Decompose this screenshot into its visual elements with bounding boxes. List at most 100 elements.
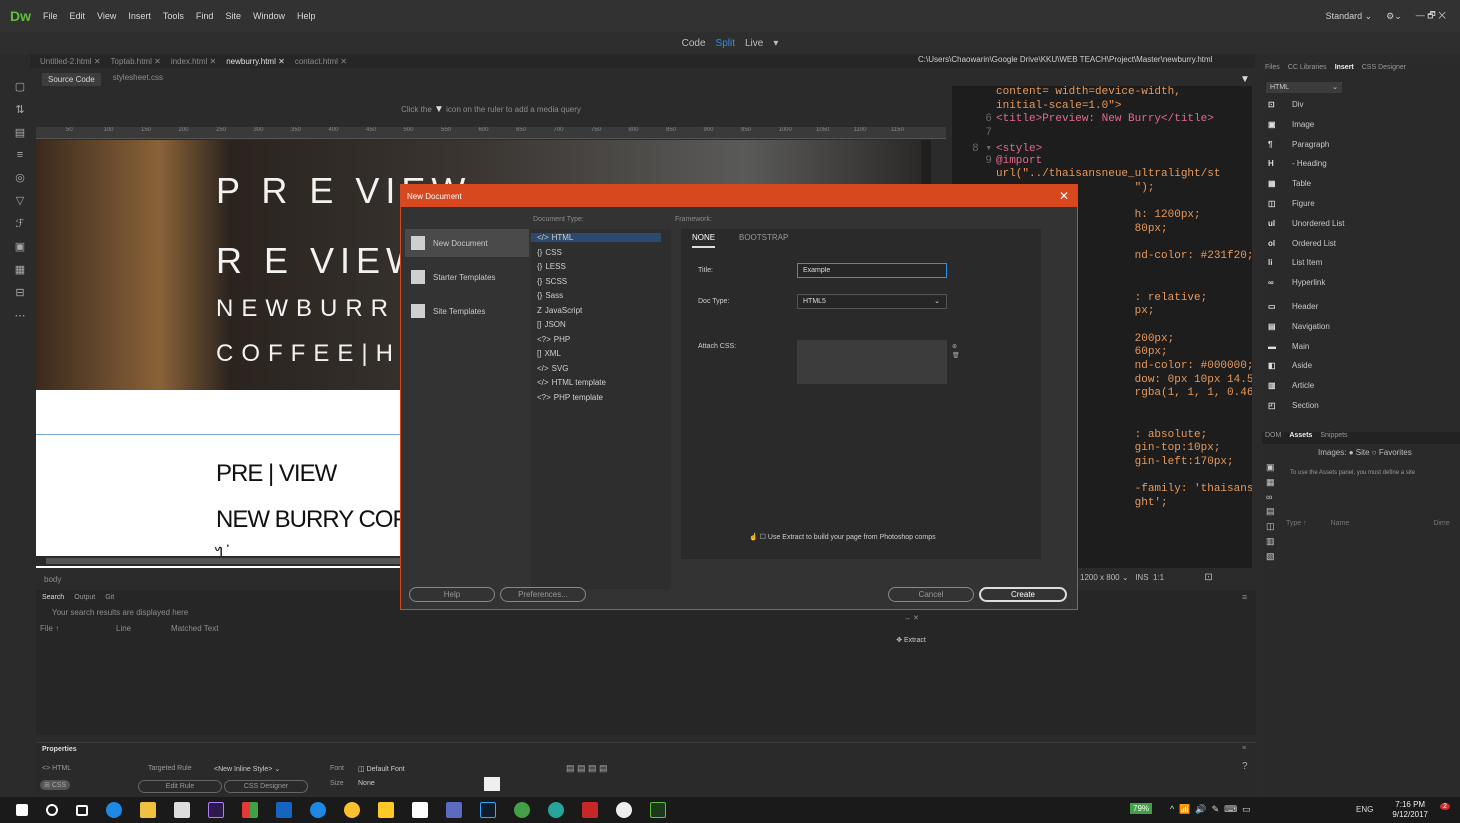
- panel-menu-icon[interactable]: ≡: [1242, 592, 1247, 602]
- source-code-tab[interactable]: Source Code: [42, 73, 101, 86]
- preview-icon[interactable]: ⊡: [1204, 572, 1212, 583]
- wrap-icon[interactable]: ▦: [15, 263, 25, 276]
- file-management-icon[interactable]: ⇅: [15, 103, 24, 116]
- menu-tools[interactable]: Tools: [163, 11, 184, 21]
- title-input[interactable]: [797, 263, 947, 278]
- inspect-icon[interactable]: ≡: [17, 149, 23, 161]
- radio-favorites[interactable]: ○ Favorites: [1372, 448, 1412, 457]
- font-select[interactable]: ◫ Default Font: [358, 765, 405, 773]
- task-view-icon[interactable]: [76, 804, 88, 816]
- file-explorer-icon[interactable]: [140, 802, 156, 818]
- tab-close-icon[interactable]: ✕: [210, 57, 217, 66]
- tab-newburry[interactable]: newburry.html ✕: [226, 57, 285, 66]
- mail-icon[interactable]: [412, 802, 428, 818]
- menu-site[interactable]: Site: [225, 11, 241, 21]
- sync-settings-icon[interactable]: ⚙⌄: [1386, 11, 1402, 22]
- ie-icon[interactable]: [310, 802, 326, 818]
- notification-badge[interactable]: 2: [1440, 803, 1450, 810]
- attach-css-icons[interactable]: ⊕ 🗑: [952, 343, 960, 361]
- doc-type-xml[interactable]: [] XML: [537, 349, 561, 358]
- asset-colors-icon[interactable]: ▦: [1266, 477, 1280, 488]
- insert-item[interactable]: ▭ Header: [1268, 302, 1318, 311]
- doc-type-svg[interactable]: </> SVG: [537, 364, 568, 373]
- doc-type-json[interactable]: [] JSON: [537, 320, 566, 329]
- store-icon[interactable]: [242, 802, 258, 818]
- window-controls[interactable]: — 🗗 ✕: [1416, 8, 1446, 24]
- tab-close-icon[interactable]: ✕: [278, 57, 285, 66]
- category-new-document[interactable]: New Document: [405, 229, 529, 257]
- doc-type-scss[interactable]: {} SCSS: [537, 277, 567, 286]
- comment-icon[interactable]: ▣: [15, 240, 25, 253]
- preferences-button[interactable]: Preferences...: [500, 587, 586, 602]
- menu-find[interactable]: Find: [196, 11, 214, 21]
- size-select[interactable]: None: [358, 780, 375, 787]
- tab-close-icon[interactable]: ✕: [154, 57, 161, 66]
- insert-item[interactable]: li List Item: [1268, 258, 1322, 267]
- view-dropdown-icon[interactable]: ▾: [773, 38, 778, 49]
- help-icon[interactable]: ?: [1242, 761, 1248, 772]
- asset-scripts-icon[interactable]: ◫: [1266, 521, 1280, 532]
- doc-type-sass[interactable]: {} Sass: [537, 291, 563, 300]
- photoshop-icon[interactable]: [480, 802, 496, 818]
- help-button[interactable]: Help: [409, 587, 495, 602]
- ruler[interactable]: 50 100 150 200 250 300 350 400 450 500 550 600 650 70…: [36, 127, 946, 139]
- menu-insert[interactable]: Insert: [128, 11, 151, 21]
- window-size[interactable]: 1200 x 800 ⌄: [1080, 573, 1129, 582]
- menu-file[interactable]: File: [43, 11, 58, 21]
- system-tray[interactable]: ^ 📶 🔊 ✎ ⌨ ▭: [1170, 804, 1251, 815]
- insert-item[interactable]: ol Ordered List: [1268, 239, 1336, 248]
- tab-search[interactable]: Search: [42, 594, 64, 601]
- doctype-select[interactable]: HTML5 ⌄: [797, 294, 947, 309]
- doc-type-php[interactable]: <?> PHP: [537, 335, 570, 344]
- tab-close-icon[interactable]: ✕: [94, 57, 101, 66]
- tab-close-icon[interactable]: ✕: [340, 57, 347, 66]
- tab-snippets[interactable]: Snippets: [1320, 432, 1347, 444]
- doc-type-php-template[interactable]: <?> PHP template: [537, 393, 603, 402]
- line-icon[interactable]: [514, 802, 530, 818]
- media-icon[interactable]: [616, 802, 632, 818]
- col-dimensions[interactable]: Dime: [1433, 520, 1449, 527]
- framework-none-tab[interactable]: NONE: [692, 233, 716, 248]
- extract-controls[interactable]: ↔ ✕: [904, 614, 919, 622]
- tab-insert[interactable]: Insert: [1335, 64, 1354, 71]
- menu-help[interactable]: Help: [297, 11, 316, 21]
- doc-type-javascript[interactable]: Z JavaScript: [537, 306, 582, 315]
- insert-item[interactable]: ⊡ Div: [1268, 100, 1304, 109]
- insert-item[interactable]: ¶ Paragraph: [1268, 140, 1329, 149]
- insert-item[interactable]: ▥ Article: [1268, 381, 1314, 390]
- dreamweaver-taskbar-icon[interactable]: [650, 802, 666, 818]
- view-live-button[interactable]: Live: [745, 38, 763, 49]
- workspace-switcher[interactable]: Standard ⌄: [1326, 11, 1373, 22]
- tab-index[interactable]: index.html ✕: [171, 57, 216, 66]
- clock[interactable]: 7:16 PM 9/12/2017: [1392, 800, 1428, 820]
- menu-window[interactable]: Window: [253, 11, 285, 21]
- target-icon[interactable]: ◎: [15, 171, 25, 184]
- red-app-icon[interactable]: [582, 802, 598, 818]
- col-file[interactable]: File ↑: [40, 624, 59, 633]
- calculator-icon[interactable]: [276, 802, 292, 818]
- extract-button[interactable]: ✥ Extract: [878, 628, 944, 654]
- col-name[interactable]: Name: [1331, 520, 1350, 527]
- insert-item[interactable]: ◰ Section: [1268, 401, 1319, 410]
- live-code-icon[interactable]: ▤: [15, 126, 25, 139]
- col-matched-text[interactable]: Matched Text: [171, 624, 218, 633]
- tab-toptab[interactable]: Toptab.html ✕: [111, 57, 161, 66]
- doc-type-css[interactable]: {} CSS: [537, 248, 562, 257]
- format-icon[interactable]: ℱ: [16, 217, 25, 230]
- alignment-icons[interactable]: ▤ ▤ ▤ ▤: [566, 763, 608, 774]
- tab-files[interactable]: Files: [1265, 64, 1280, 71]
- insert-item[interactable]: ▤ Navigation: [1268, 322, 1330, 331]
- language-indicator[interactable]: ENG: [1356, 805, 1373, 814]
- tab-dom[interactable]: DOM: [1265, 432, 1281, 444]
- color-swatch[interactable]: [484, 777, 500, 791]
- teamviewer-icon[interactable]: [548, 802, 564, 818]
- indent-icon[interactable]: ⊟: [15, 286, 24, 299]
- tab-css-designer[interactable]: CSS Designer: [1362, 64, 1406, 71]
- battery-indicator[interactable]: 79%: [1130, 803, 1153, 814]
- radio-site[interactable]: ● Site: [1349, 448, 1370, 457]
- category-starter-templates[interactable]: Starter Templates: [405, 263, 529, 291]
- insert-category-select[interactable]: HTML ⌄: [1266, 82, 1342, 93]
- open-documents-icon[interactable]: ▢: [15, 80, 25, 93]
- insert-item[interactable]: ul Unordered List: [1268, 219, 1344, 228]
- targeted-rule-select[interactable]: <New Inline Style> ⌄: [214, 765, 280, 773]
